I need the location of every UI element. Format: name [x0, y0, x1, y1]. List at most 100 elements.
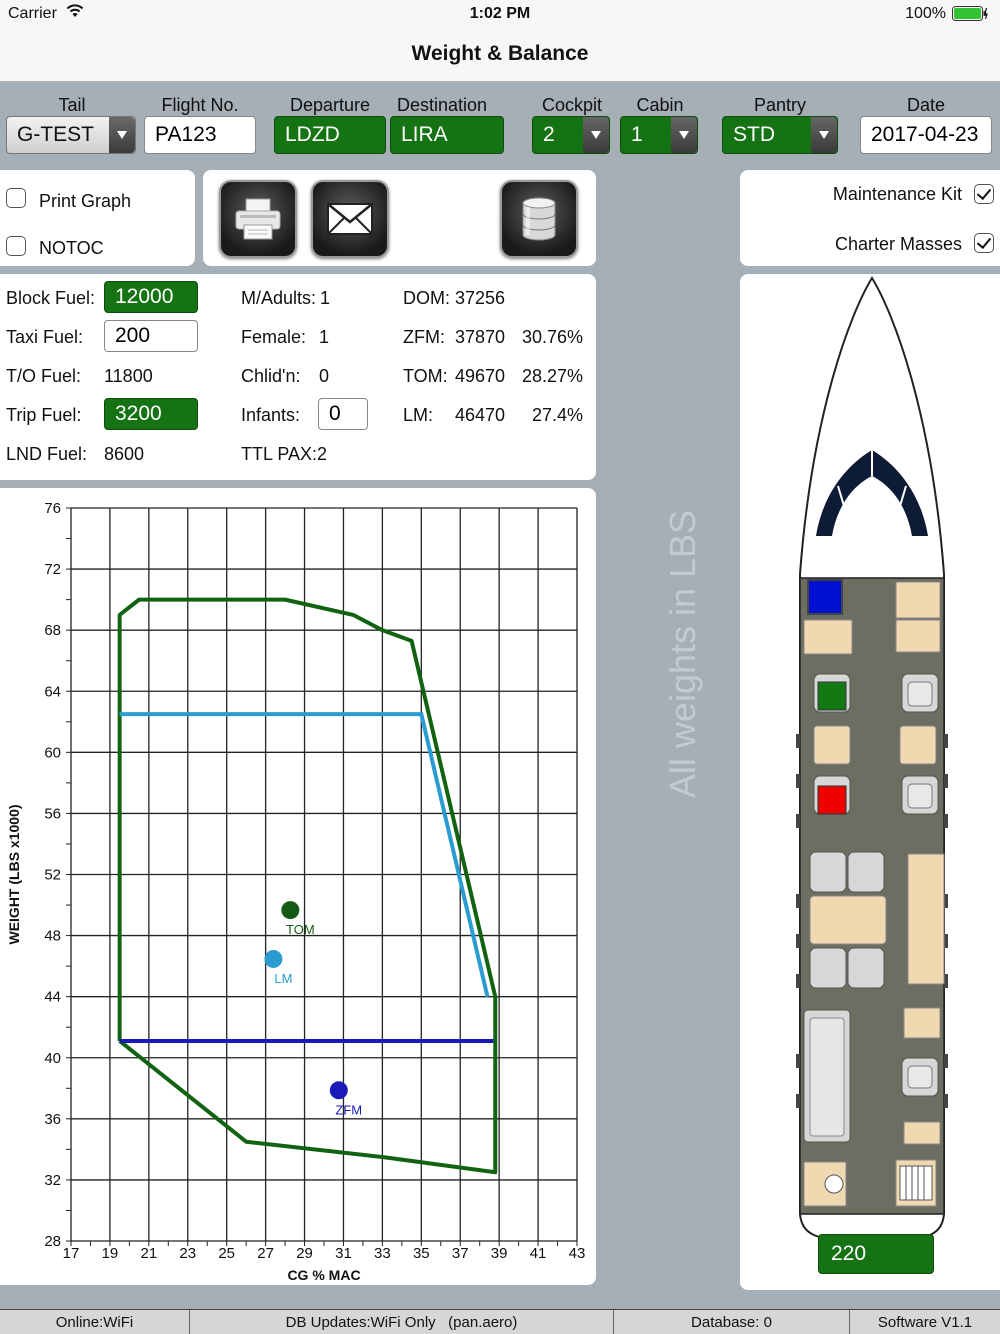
- units-watermark-text: All weights in LBS: [662, 509, 703, 799]
- x-tick-label: 29: [296, 1245, 313, 1262]
- cg-envelope-chart: 28 32 36 40 44 48 52 56 60 64 68 72 76 17 19 21 23 25 27 29…: [0, 488, 596, 1285]
- cabin-total-weight[interactable]: 220: [818, 1234, 934, 1274]
- extras-panel: Maintenance Kit Charter Masses: [740, 170, 1000, 266]
- cockpit-select[interactable]: 2: [532, 116, 610, 154]
- print-button[interactable]: [219, 180, 297, 258]
- block-fuel-value: 12000: [115, 285, 174, 308]
- database-button[interactable]: [500, 180, 578, 258]
- y-tick-label: 56: [44, 805, 61, 822]
- tail-select[interactable]: G-TEST: [6, 116, 136, 154]
- x-tick-label: 41: [530, 1245, 547, 1262]
- y-tick-label: 60: [44, 744, 61, 761]
- x-tick-label: 17: [63, 1245, 80, 1262]
- x-tick-label: 21: [141, 1245, 158, 1262]
- destination-input[interactable]: LIRA: [390, 116, 504, 154]
- y-tick-label: 28: [44, 1233, 61, 1250]
- total-pax-label: TTL PAX:: [241, 444, 318, 464]
- print-options-panel: Print Graph NOTOC: [0, 170, 195, 266]
- chevron-down-icon: [583, 117, 609, 153]
- flight-number-label: Flight No.: [161, 95, 239, 115]
- chevron-down-icon: [811, 117, 837, 153]
- y-tick-label: 64: [44, 683, 61, 700]
- tom-cg-percent: 28.27%: [521, 366, 583, 386]
- y-tick-label: 72: [44, 561, 61, 578]
- print-graph-checkbox[interactable]: [6, 188, 26, 208]
- x-tick-label: 35: [413, 1245, 430, 1262]
- y-tick-label: 76: [44, 500, 61, 517]
- x-tick-label: 31: [335, 1245, 352, 1262]
- flight-number-value: PA123: [155, 123, 217, 146]
- cg-chart-svg: 28 32 36 40 44 48 52 56 60 64 68 72 76 17 19 21 23 25 27 29…: [6, 500, 586, 1283]
- software-version: Software V1.1: [877, 1314, 973, 1331]
- cabin-label: Cabin: [636, 95, 684, 115]
- lm-cg-percent: 27.4%: [531, 405, 583, 425]
- notoc-label: NOTOC: [39, 238, 104, 258]
- x-tick-label: 23: [179, 1245, 196, 1262]
- tail-label: Tail: [58, 95, 86, 115]
- date-input[interactable]: 2017-04-23: [860, 116, 992, 154]
- block-fuel-label: Block Fuel:: [6, 288, 96, 308]
- departure-label: Departure: [289, 95, 371, 115]
- destination-label: Destination: [396, 95, 488, 115]
- y-tick-label: 68: [44, 622, 61, 639]
- total-pax-value: 2: [317, 444, 328, 464]
- cockpit-value: 2: [543, 123, 555, 146]
- database-status: Database: 0: [614, 1310, 850, 1334]
- notoc-checkbox[interactable]: [6, 236, 26, 256]
- y-tick-label: 36: [44, 1111, 61, 1128]
- y-tick-label: 52: [44, 867, 61, 884]
- battery-percent: 100%: [905, 5, 946, 22]
- zfm-cg-percent: 30.76%: [521, 327, 583, 347]
- crew-seat-occupied[interactable]: [807, 579, 843, 615]
- loadsheet-panel: Block Fuel: 12000 Taxi Fuel: 200 T/O Fue…: [0, 274, 596, 480]
- envelope-icon: [327, 203, 373, 235]
- x-tick-label: 37: [452, 1245, 469, 1262]
- db-updates-text: DB Updates:WiFi Only: [285, 1314, 436, 1331]
- chevron-down-icon: [109, 117, 135, 153]
- y-axis-label: WEIGHT (LBS x1000): [6, 804, 22, 944]
- y-tick-label: 44: [44, 989, 61, 1006]
- maintenance-kit-label: Maintenance Kit: [832, 184, 962, 204]
- x-tick-label: 43: [569, 1245, 586, 1262]
- tom-point-label: TOM: [286, 922, 315, 937]
- landing-fuel-label: LND Fuel:: [6, 444, 88, 464]
- online-status: Online:WiFi: [0, 1310, 190, 1334]
- flight-number-input[interactable]: PA123: [144, 116, 256, 154]
- cg-envelope-line: [117, 597, 498, 1175]
- x-tick-label: 25: [218, 1245, 235, 1262]
- x-tick-label: 39: [491, 1245, 508, 1262]
- actions-panel: [203, 170, 596, 266]
- y-tick-label: 48: [44, 928, 61, 945]
- departure-input[interactable]: LDZD: [274, 116, 386, 154]
- y-tick-label: 32: [44, 1172, 61, 1189]
- pantry-select[interactable]: STD: [722, 116, 838, 154]
- date-value: 2017-04-23: [871, 123, 979, 146]
- printer-icon: [235, 198, 281, 240]
- charter-masses-checkbox[interactable]: [974, 233, 994, 253]
- maintenance-kit-checkbox[interactable]: [974, 184, 994, 204]
- bottom-status-bar: Online:WiFi DB Updates:WiFi Only (pan.ae…: [0, 1309, 1000, 1334]
- x-tick-label: 19: [102, 1245, 119, 1262]
- status-time: 1:02 PM: [469, 5, 531, 22]
- site-text: (pan.aero): [448, 1314, 518, 1331]
- cabin-select[interactable]: 1: [620, 116, 698, 154]
- email-button[interactable]: [311, 180, 389, 258]
- max-landing-line: [119, 712, 490, 998]
- zfm-point-label: ZFM: [335, 1102, 362, 1117]
- navigation-bar: Weight & Balance: [0, 28, 1000, 82]
- cabin-layout-panel: 220: [740, 274, 1000, 1290]
- aircraft-seat-map: [796, 276, 948, 1244]
- block-fuel-input[interactable]: 12000: [104, 281, 198, 313]
- chevron-down-icon: [671, 117, 697, 153]
- status-bar: Carrier 1:02 PM 100%: [0, 0, 1000, 28]
- db-updates-status: DB Updates:WiFi Only (pan.aero): [190, 1310, 614, 1334]
- battery-icon: [952, 6, 988, 21]
- dom-value: 37256: [455, 288, 506, 308]
- y-tick-label: 40: [44, 1050, 61, 1067]
- charter-masses-label: Charter Masses: [834, 234, 962, 254]
- landing-fuel-value: 8600: [104, 444, 145, 464]
- zfm-point: [329, 1081, 348, 1100]
- cabin-value: 1: [631, 123, 643, 146]
- departure-value: LDZD: [285, 123, 340, 146]
- cabin-total-value: 220: [831, 1242, 867, 1265]
